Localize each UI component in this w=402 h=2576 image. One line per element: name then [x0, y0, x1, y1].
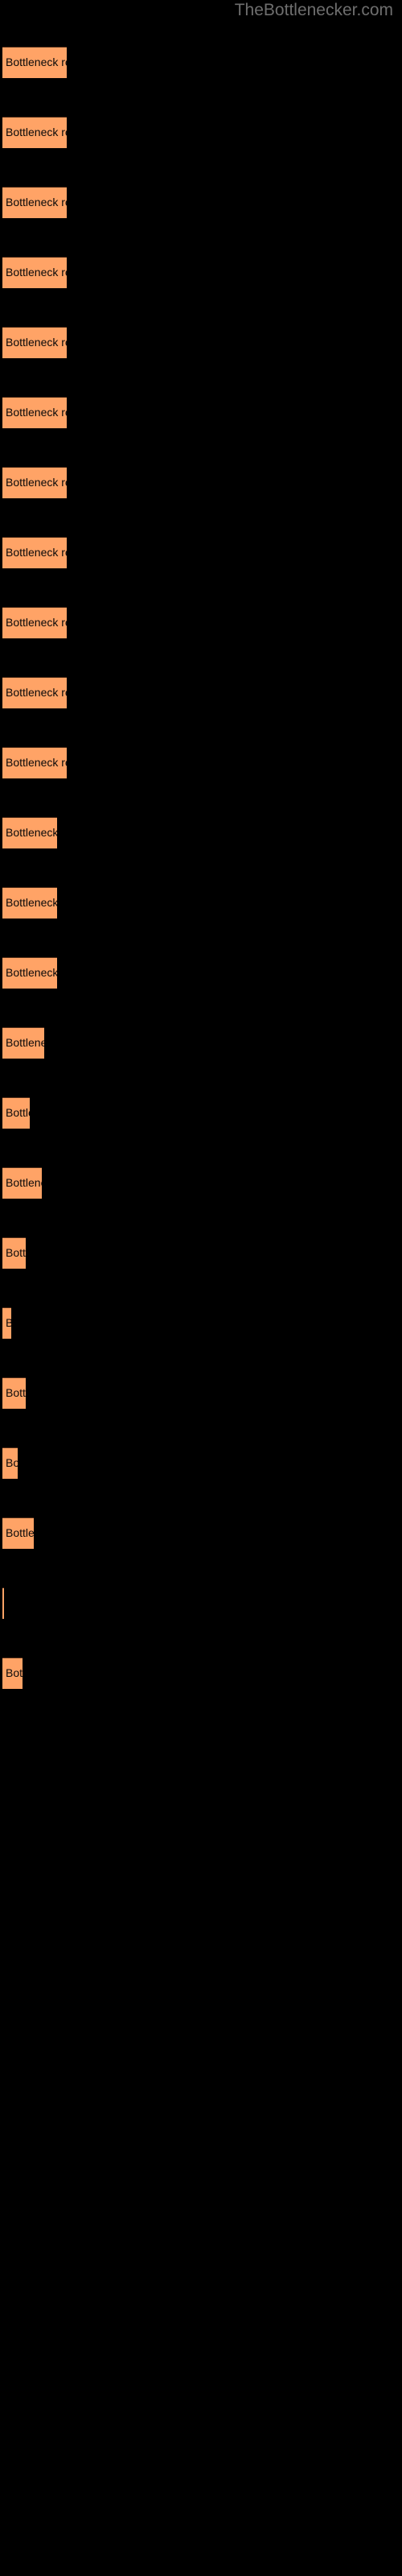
- bar-label-clip: [2, 1587, 4, 1619]
- bar-row: Bottl: [2, 1377, 26, 1409]
- bar-label: B: [6, 1316, 11, 1329]
- bar-label: Bottleneck result: [6, 756, 67, 769]
- bar-row: Bottlen: [2, 1517, 34, 1549]
- bar-row: Bottle: [2, 1097, 30, 1129]
- bar-label: Bo: [6, 1456, 18, 1469]
- bar-label-clip: Bottleneck resu: [2, 817, 57, 848]
- bar-label: Bottlen: [6, 1526, 34, 1539]
- bar-row: Bottleneck result: [2, 257, 67, 288]
- bar-label: Bottleneck result: [6, 546, 67, 559]
- bar-row: [2, 1587, 4, 1619]
- bar-row: Bottleneck result: [2, 397, 67, 428]
- bar-label-clip: Bottleneck result: [2, 397, 67, 428]
- bar-label: Bottleneck resu: [6, 966, 57, 979]
- bar-row: Bottleneck resu: [2, 887, 57, 919]
- bar-row: Bottleneck result: [2, 47, 67, 78]
- bar-row: Bottleneck result: [2, 677, 67, 708]
- bar-label-clip: Bottl: [2, 1237, 26, 1269]
- bar-label: Bottl: [6, 1386, 26, 1399]
- bar-label-clip: Bottleneck: [2, 1027, 44, 1059]
- bar-label: Bott: [6, 1666, 23, 1679]
- bar-label: Bottleneck: [6, 1036, 44, 1049]
- bar-label-clip: Bott: [2, 1657, 23, 1689]
- bar-label-clip: Bottleneck result: [2, 537, 67, 568]
- bar-row: Bottleneck resu: [2, 957, 57, 989]
- bar-label: Bottleneck resu: [6, 896, 57, 909]
- bar-label: Bottleneck result: [6, 56, 67, 68]
- bar-row: Bottleneck result: [2, 467, 67, 498]
- bar-label-clip: Bottleneck result: [2, 327, 67, 358]
- bar-label: Bottleneck result: [6, 616, 67, 629]
- bar-label: Bottleneck result: [6, 196, 67, 208]
- bar-label: Bottleneck resu: [6, 826, 57, 839]
- bar-label: Bottleneck result: [6, 686, 67, 699]
- bar-row: Bottlenec: [2, 1167, 42, 1199]
- bar-row: Bottleneck resu: [2, 817, 57, 848]
- bar-label-clip: Bottleneck result: [2, 677, 67, 708]
- bar-label: Bottleneck result: [6, 476, 67, 489]
- bar-row: Bottleneck result: [2, 117, 67, 148]
- bar-row: Bottl: [2, 1237, 26, 1269]
- bar-label: Bottleneck result: [6, 266, 67, 279]
- bar-row: Bottleneck result: [2, 327, 67, 358]
- bar-label-clip: B: [2, 1307, 11, 1339]
- bar-label-clip: Bottleneck result: [2, 607, 67, 638]
- bars-layer: Bottleneck result Bottleneck result Bottle…: [0, 0, 402, 2576]
- bar-row: Bottleneck result: [2, 607, 67, 638]
- bottleneck-bar-chart: TheBottlenecker.com Bottleneck resultBot…: [0, 0, 402, 2576]
- bar-label-clip: Bottleneck result: [2, 747, 67, 778]
- bar-row: B: [2, 1307, 11, 1339]
- bar-label: Bottle: [6, 1106, 30, 1119]
- bar-label: Bottleneck result: [6, 126, 67, 138]
- bar-row: Bottleneck result: [2, 747, 67, 778]
- bar-label: Bottleneck result: [6, 406, 67, 419]
- bar-label: Bottl: [6, 1246, 26, 1259]
- bar-label-clip: Bo: [2, 1447, 18, 1479]
- bar-label-clip: Bottle: [2, 1097, 30, 1129]
- bar-label: Bottleneck result: [6, 336, 67, 349]
- bar-label-clip: Bottleneck resu: [2, 957, 57, 989]
- bar-label-clip: Bottl: [2, 1377, 26, 1409]
- bar-row: Bottleneck: [2, 1027, 44, 1059]
- bar-label-clip: Bottleneck result: [2, 257, 67, 288]
- bar-row: Bottleneck result: [2, 187, 67, 218]
- bar-row: Bo: [2, 1447, 18, 1479]
- bar-row: Bottleneck result: [2, 537, 67, 568]
- bar-label: Bottlenec: [6, 1176, 42, 1189]
- bar-label-clip: Bottleneck result: [2, 47, 67, 78]
- bar-label-clip: Bottlen: [2, 1517, 34, 1549]
- bar-label-clip: Bottlenec: [2, 1167, 42, 1199]
- bar-label-clip: Bottleneck result: [2, 467, 67, 498]
- bar-row: Bott: [2, 1657, 23, 1689]
- bar-label-clip: Bottleneck result: [2, 187, 67, 218]
- bar-label-clip: Bottleneck result: [2, 117, 67, 148]
- bar-label-clip: Bottleneck resu: [2, 887, 57, 919]
